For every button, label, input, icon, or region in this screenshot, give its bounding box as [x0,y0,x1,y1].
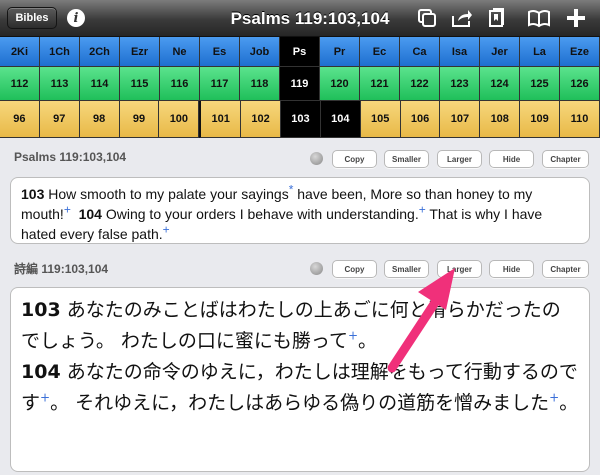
book-tab[interactable]: 2Ch [80,37,120,67]
chapter-button[interactable]: Chapter [542,260,589,278]
copy-windows-icon[interactable] [414,5,440,31]
info-icon[interactable]: i [67,9,85,27]
chapter-tab[interactable]: 121 [360,67,400,101]
copy-button[interactable]: Copy [332,150,377,168]
verse-tab[interactable]: 102 [241,101,282,138]
add-icon[interactable] [563,5,589,31]
verse-tab[interactable]: 99 [119,101,160,138]
book-tab[interactable]: Eze [560,37,600,67]
verse-tab[interactable]: 101 [199,101,242,138]
cross-reference-marker[interactable]: + [40,391,50,405]
globe-icon[interactable] [310,152,323,165]
larger-button[interactable]: Larger [437,150,482,168]
bibles-button[interactable]: Bibles [7,7,57,29]
smaller-button[interactable]: Smaller [384,260,429,278]
verse-tab[interactable]: 105 [360,101,401,138]
top-navigation-bar: Bibles i Psalms 119:103,104 [0,0,600,37]
chapter-tab[interactable]: 117 [200,67,240,101]
verse-number: 104 [78,206,102,222]
verse-tab[interactable]: 103 [281,101,321,138]
book-tab[interactable]: Isa [440,37,480,67]
book-tab[interactable]: Ezr [120,37,160,67]
chapter-tab[interactable]: 119 [280,67,320,101]
chapter-tab[interactable]: 123 [440,67,480,101]
verse-text: 。 [559,392,579,414]
book-tab[interactable]: Pr [320,37,360,67]
section-title: Psalms 119:103,104 [14,150,127,164]
verse-tab[interactable]: 104 [320,101,361,138]
share-icon[interactable] [449,5,475,31]
open-book-icon[interactable] [526,5,552,31]
globe-icon[interactable] [310,262,323,275]
bookmark-books-icon[interactable] [484,5,510,31]
smaller-button[interactable]: Smaller [384,150,429,168]
cross-reference-marker[interactable]: + [64,202,71,216]
chapter-tab[interactable]: 116 [160,67,200,101]
hide-button[interactable]: Hide [489,150,534,168]
verse-tab[interactable]: 97 [39,101,80,138]
verse-number: 104 [21,361,61,383]
larger-button[interactable]: Larger [437,260,482,278]
book-tab[interactable]: La [520,37,560,67]
book-tab[interactable]: Jer [480,37,520,67]
verse-number: 103 [21,299,61,321]
cross-reference-marker[interactable]: + [549,391,559,405]
chapter-tab[interactable]: 118 [240,67,280,101]
chapter-button[interactable]: Chapter [542,150,589,168]
verse-text: How smooth to my palate your sayings [44,186,289,202]
chapter-tab[interactable]: 114 [80,67,120,101]
book-selector-row: 2Ki 1Ch 2Ch Ezr Ne Es Job Ps Pr Ec Ca Isa Jer La Eze [0,37,600,67]
verse-number: 103 [21,186,45,202]
book-tab[interactable]: Job [240,37,280,67]
chapter-tab[interactable]: 124 [480,67,520,101]
cross-reference-marker[interactable]: + [419,202,426,216]
chapter-selector-row: 112 113 114 115 116 117 118 119 120 121 122 123 124 1… [0,67,600,101]
verse-text: あなたのみことばはわたしの上あごに何と滑らかだったのでしょう。 わたしの口に蜜に… [21,299,561,352]
cross-reference-marker[interactable]: + [348,329,358,343]
copy-button[interactable]: Copy [332,260,377,278]
verse-text: Owing to your orders I behave with under… [101,206,419,222]
verse-tab[interactable]: 98 [79,101,120,138]
chapter-tab[interactable]: 115 [120,67,160,101]
verse-tab[interactable]: 110 [560,101,600,138]
verse-text: 。 それゆえに，わたしはあらゆる偽りの道筋を憎みました [50,392,550,414]
chapter-tab[interactable]: 113 [40,67,80,101]
japanese-section-header: 詩編 119:103,104 Copy Smaller Larger Hide … [0,251,600,285]
english-verse-panel: 103 How smooth to my palate your sayings… [10,177,590,244]
chapter-tab[interactable]: 125 [520,67,560,101]
book-tab[interactable]: Ec [360,37,400,67]
verse-tab[interactable]: 106 [400,101,441,138]
book-tab[interactable]: Ps [280,37,320,67]
verse-text: 。 [358,330,378,352]
verse-tab[interactable]: 100 [159,101,200,138]
chapter-tab[interactable]: 112 [0,67,40,101]
book-tab[interactable]: Ne [160,37,200,67]
page-title: Psalms 119:103,104 [230,9,390,28]
book-tab[interactable]: Ca [400,37,440,67]
japanese-verse-panel: 103 あなたのみことばはわたしの上あごに何と滑らかだったのでしょう。 わたしの… [10,287,590,472]
verse-tab[interactable]: 107 [440,101,481,138]
verse-tab[interactable]: 109 [520,101,561,138]
chapter-tab[interactable]: 122 [400,67,440,101]
english-section-header: Psalms 119:103,104 Copy Smaller Larger H… [0,141,600,175]
chapter-tab[interactable]: 120 [320,67,360,101]
chapter-tab[interactable]: 126 [560,67,600,101]
verse-selector-row: 96 97 98 99 100 101 102 103 104 105 106 107 108 109 11… [0,101,600,138]
book-tab[interactable]: 2Ki [0,37,40,67]
section-title: 詩編 119:103,104 [14,262,109,276]
cross-reference-marker[interactable]: + [163,222,170,236]
verse-tab[interactable]: 108 [480,101,521,138]
book-tab[interactable]: Es [200,37,240,67]
verse-tab[interactable]: 96 [0,101,40,138]
hide-button[interactable]: Hide [489,260,534,278]
book-tab[interactable]: 1Ch [40,37,80,67]
